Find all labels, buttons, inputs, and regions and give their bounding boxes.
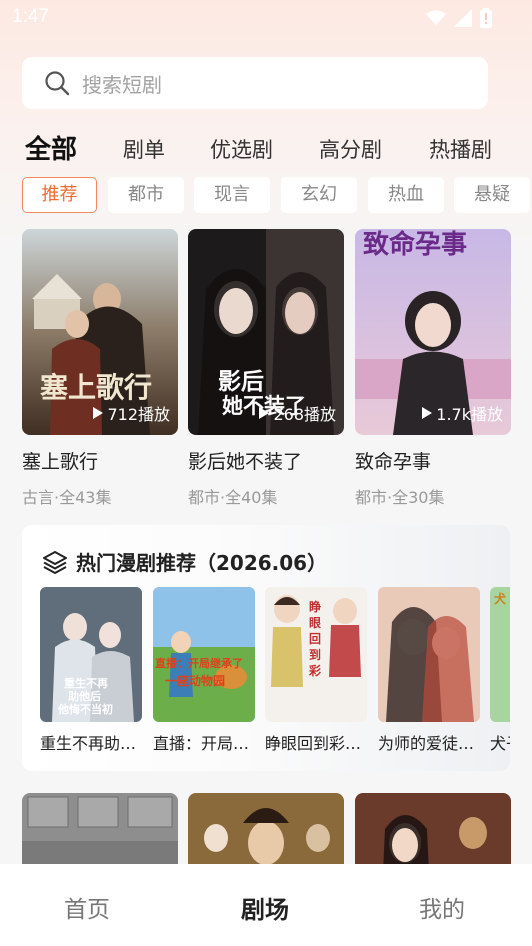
tab-playlist[interactable]: 剧单 (123, 130, 165, 170)
play-count-value: 268播放 (273, 405, 336, 424)
bottom-navigation: 首页 剧场 我的 (0, 864, 532, 946)
hot-comics-title: 热门漫剧推荐（2026.06） (76, 551, 328, 575)
drama-title: 塞上歌行 (22, 451, 99, 473)
genre-chip-fantasy[interactable]: 玄幻 (281, 177, 357, 213)
genre-chip-urban[interactable]: 都市 (108, 177, 184, 213)
drama-cover: 影后 她不装了 268播放 (188, 229, 344, 435)
comic-item[interactable]: 重生不再 助他后 他悔不当初 重生不再助… (40, 587, 142, 754)
comic-cover (378, 587, 480, 722)
status-bar: 1:47 (0, 0, 532, 36)
svg-text:睁: 睁 (309, 599, 321, 614)
play-count: 1.7k播放 (422, 401, 503, 425)
comic-item[interactable]: 犬 犬子 (490, 587, 510, 754)
status-time: 1:47 (12, 6, 49, 27)
drama-grid-next-row (0, 793, 532, 873)
comic-cover: 重生不再 助他后 他悔不当初 (40, 587, 142, 722)
comic-item[interactable]: 直播：开局继承了 一座动物园 直播：开局… (153, 587, 255, 754)
comic-name: 直播：开局… (153, 734, 250, 753)
hot-comics-header: 热门漫剧推荐（2026.06） (42, 547, 327, 576)
comic-cover: 睁 眼 回 到 彩 (265, 587, 367, 722)
play-count: 712播放 (93, 401, 170, 425)
layers-icon (43, 550, 67, 574)
svg-text:助他后: 助他后 (68, 689, 101, 703)
comic-cover: 直播：开局继承了 一座动物园 (153, 587, 255, 722)
genre-chip-recommend[interactable]: 推荐 (22, 177, 97, 213)
tab-all[interactable]: 全部 (25, 130, 77, 170)
search-input[interactable]: 搜索短剧 (22, 57, 488, 109)
main-tabs: 全部 剧单 优选剧 高分剧 热播剧 (0, 130, 532, 170)
svg-text:回: 回 (309, 632, 321, 646)
svg-text:彩: 彩 (308, 663, 321, 678)
battery-icon (480, 8, 492, 28)
tab-high-score[interactable]: 高分剧 (319, 130, 382, 170)
svg-text:到: 到 (309, 647, 321, 662)
genre-chip-romance[interactable]: 现言 (194, 177, 270, 213)
comic-name: 重生不再助… (40, 734, 137, 753)
comic-cover: 犬 (490, 587, 510, 722)
comic-item[interactable]: 为师的爱徒… (378, 587, 480, 754)
comic-name: 犬子 (490, 734, 510, 753)
genre-filter: 推荐 都市 现言 玄幻 热血 悬疑 (22, 177, 532, 213)
status-icons (426, 8, 492, 28)
svg-text:眼: 眼 (309, 616, 321, 630)
hot-comics-section: 热门漫剧推荐（2026.06） 重生不再 助他后 他悔不当初 重生不再助… 直播… (22, 525, 510, 771)
drama-title: 致命孕事 (355, 451, 432, 473)
cover-title: 塞上歌行 (40, 371, 152, 404)
drama-meta: 古言·全43集 (22, 488, 112, 507)
genre-chip-mystery[interactable]: 悬疑 (454, 177, 530, 213)
svg-text:重生不再: 重生不再 (64, 676, 108, 690)
play-icon (93, 407, 104, 419)
play-count-value: 712播放 (107, 405, 170, 424)
nav-theater[interactable]: 剧场 (241, 890, 289, 925)
drama-cover[interactable] (22, 793, 178, 873)
signal-icon (454, 9, 472, 27)
comic-name: 睁眼回到彩… (265, 734, 362, 753)
play-count: 268播放 (259, 401, 336, 425)
play-icon (259, 407, 270, 419)
tab-hot[interactable]: 热播剧 (429, 130, 492, 170)
svg-text:他悔不当初: 他悔不当初 (57, 702, 113, 716)
svg-text:犬: 犬 (494, 591, 507, 606)
svg-text:影后: 影后 (218, 368, 264, 395)
drama-card[interactable]: 影后 她不装了 268播放 影后她不装了 都市·全40集 (188, 229, 344, 508)
drama-title: 影后她不装了 (188, 451, 303, 473)
search-placeholder: 搜索短剧 (82, 72, 162, 97)
play-icon (422, 407, 433, 419)
drama-card[interactable]: 塞上歌行 712播放 塞上歌行 古言·全43集 (22, 229, 178, 508)
comic-item[interactable]: 睁 眼 回 到 彩 睁眼回到彩… (265, 587, 367, 754)
genre-chip-action[interactable]: 热血 (368, 177, 444, 213)
tab-selected[interactable]: 优选剧 (210, 130, 273, 170)
svg-text:致命孕事: 致命孕事 (363, 229, 467, 260)
wifi-icon (426, 10, 446, 25)
drama-card[interactable]: 致命孕事 1.7k播放 致命孕事 都市·全30集 (355, 229, 511, 508)
search-icon (45, 71, 70, 96)
drama-meta: 都市·全40集 (188, 488, 278, 507)
drama-cover: 致命孕事 1.7k播放 (355, 229, 511, 435)
drama-cover[interactable] (355, 793, 511, 873)
comic-name: 为师的爱徒… (378, 734, 475, 753)
svg-text:一座动物园: 一座动物园 (165, 673, 225, 688)
svg-text:直播：开局继承了: 直播：开局继承了 (155, 656, 243, 670)
nav-home[interactable]: 首页 (64, 890, 110, 924)
drama-cover: 塞上歌行 712播放 (22, 229, 178, 435)
drama-meta: 都市·全30集 (355, 488, 445, 507)
drama-cover[interactable] (188, 793, 344, 873)
nav-mine[interactable]: 我的 (419, 890, 465, 924)
play-count-value: 1.7k播放 (436, 405, 503, 424)
